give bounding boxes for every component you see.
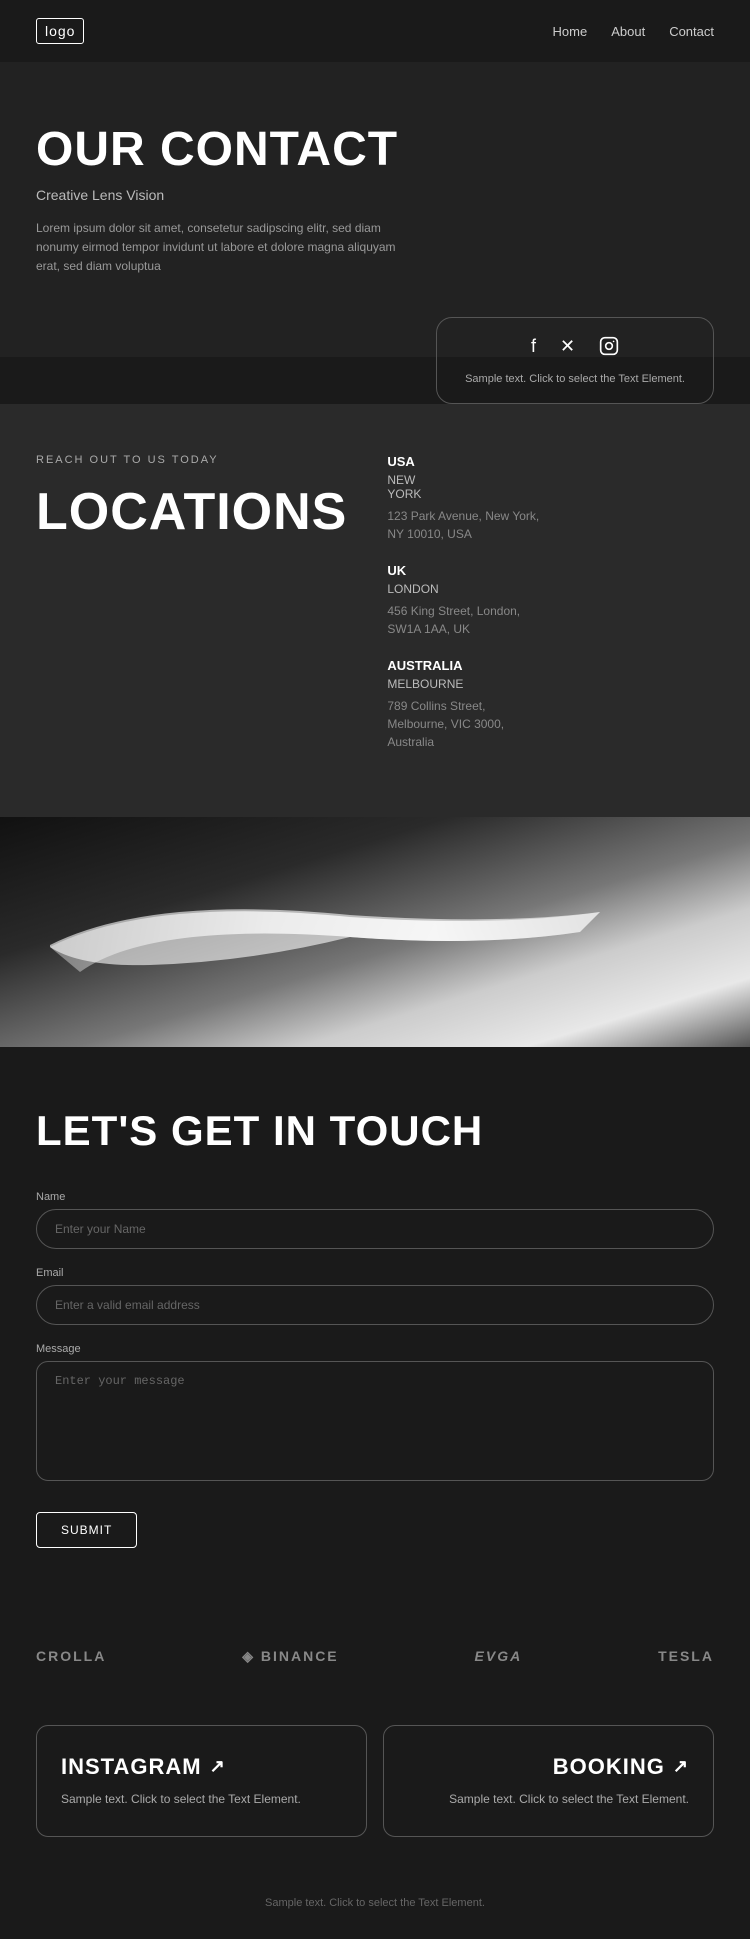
brand-crolla: CROLLA (36, 1648, 106, 1664)
cards-section: INSTAGRAM ↗ Sample text. Click to select… (0, 1705, 750, 1877)
facebook-icon[interactable]: f (531, 336, 536, 361)
location-address-newyork: 123 Park Avenue, New York,NY 10010, USA (387, 507, 714, 543)
contact-section: LET'S GET IN TOUCH Name Email Message SU… (0, 1047, 750, 1608)
hero-image (0, 817, 750, 1047)
brands-section: CROLLA ◈ BINANCE EVGA TESLA (0, 1608, 750, 1705)
location-country-uk: UK (387, 563, 714, 578)
name-input[interactable] (36, 1209, 714, 1249)
email-field-group: Email (36, 1267, 714, 1325)
brand-binance: ◈ BINANCE (242, 1648, 338, 1665)
email-input[interactable] (36, 1285, 714, 1325)
location-country-usa: USA (387, 454, 714, 469)
location-city-london: LONDON (387, 582, 714, 596)
locations-title: LOCATIONS (36, 482, 347, 542)
booking-card[interactable]: BOOKING ↗ Sample text. Click to select t… (383, 1725, 714, 1837)
name-label: Name (36, 1191, 714, 1203)
instagram-title-text: INSTAGRAM (61, 1754, 202, 1780)
hero-description: Lorem ipsum dolor sit amet, consetetur s… (36, 219, 416, 277)
instagram-icon[interactable] (599, 336, 619, 361)
reach-label: REACH OUT TO US TODAY (36, 454, 347, 466)
locations-left: REACH OUT TO US TODAY LOCATIONS (36, 454, 347, 767)
hero-subtitle: Creative Lens Vision (36, 187, 714, 203)
locations-section: REACH OUT TO US TODAY LOCATIONS USA NEWY… (0, 404, 750, 817)
hero-title: OUR CONTACT (36, 122, 714, 177)
message-label: Message (36, 1343, 714, 1355)
logo: logo (36, 18, 84, 44)
booking-card-text: Sample text. Click to select the Text El… (408, 1790, 689, 1808)
location-city-newyork: NEWYORK (387, 473, 714, 501)
footer: Sample text. Click to select the Text El… (0, 1877, 750, 1939)
name-field-group: Name (36, 1191, 714, 1249)
booking-card-title: BOOKING ↗ (408, 1754, 689, 1780)
instagram-arrow-icon: ↗ (210, 1756, 226, 1777)
instagram-card-title: INSTAGRAM ↗ (61, 1754, 342, 1780)
social-box: f ✕ Sample text. Click to select the Tex… (436, 317, 714, 404)
message-input[interactable] (36, 1361, 714, 1481)
booking-arrow-icon: ↗ (673, 1756, 689, 1777)
nav-contact[interactable]: Contact (669, 24, 714, 39)
contact-title: LET'S GET IN TOUCH (36, 1107, 714, 1155)
message-field-group: Message (36, 1343, 714, 1486)
email-label: Email (36, 1267, 714, 1279)
footer-text: Sample text. Click to select the Text El… (36, 1897, 714, 1909)
nav-home[interactable]: Home (553, 24, 588, 39)
location-address-london: 456 King Street, London,SW1A 1AA, UK (387, 602, 714, 638)
booking-title-text: BOOKING (553, 1754, 665, 1780)
nav: Home About Contact (553, 24, 714, 39)
twitter-icon[interactable]: ✕ (560, 336, 575, 361)
location-address-melbourne: 789 Collins Street,Melbourne, VIC 3000,A… (387, 697, 714, 751)
instagram-card[interactable]: INSTAGRAM ↗ Sample text. Click to select… (36, 1725, 367, 1837)
brand-tesla: TESLA (658, 1648, 714, 1664)
locations-right: USA NEWYORK 123 Park Avenue, New York,NY… (387, 454, 714, 767)
header: logo Home About Contact (0, 0, 750, 62)
submit-button[interactable]: SUBMIT (36, 1512, 137, 1548)
social-icons: f ✕ (531, 336, 619, 361)
hero-section: OUR CONTACT Creative Lens Vision Lorem i… (0, 62, 750, 357)
location-country-australia: AUSTRALIA (387, 658, 714, 673)
social-sample-text: Sample text. Click to select the Text El… (465, 373, 685, 385)
location-city-melbourne: MELBOURNE (387, 677, 714, 691)
nav-about[interactable]: About (611, 24, 645, 39)
brand-evga: EVGA (475, 1648, 523, 1664)
instagram-card-text: Sample text. Click to select the Text El… (61, 1790, 342, 1808)
